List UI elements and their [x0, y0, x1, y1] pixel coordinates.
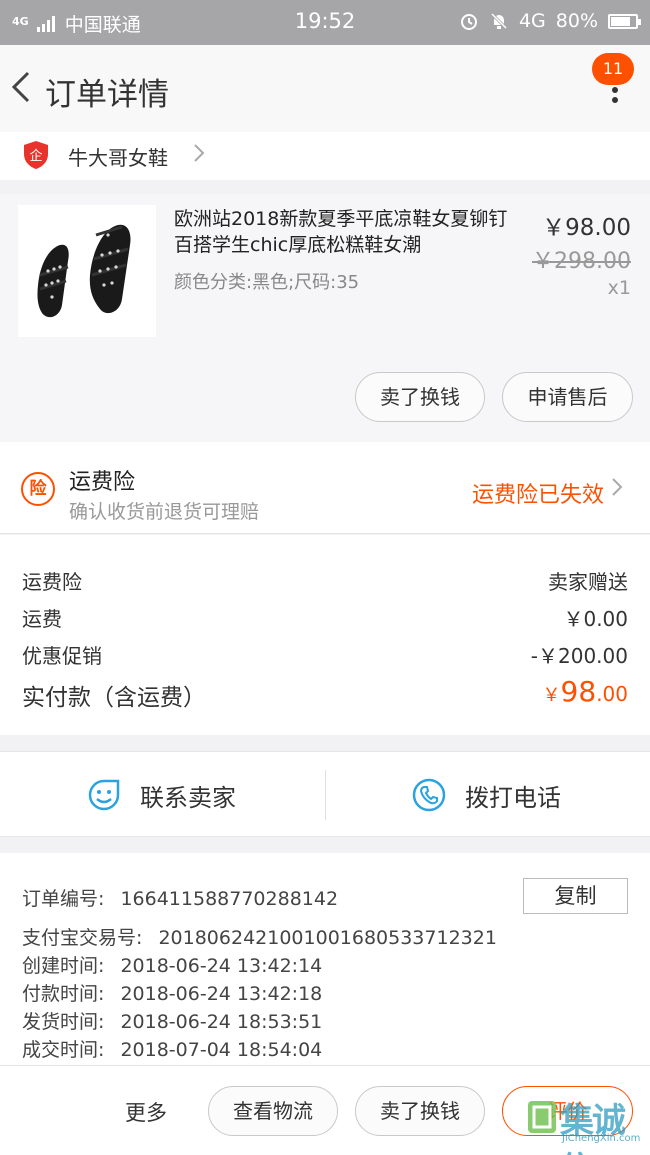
contact-bar: 联系卖家 拨打电话 [0, 751, 650, 837]
total-label: 实付款（含运费） [22, 685, 206, 711]
chevron-right-icon [194, 144, 205, 162]
product-name[interactable]: 欧洲站2018新款夏季平底凉鞋女夏铆钉百搭学生chic厚底松糕鞋女潮 [174, 206, 514, 258]
watermark-text: 集诚信 [560, 1101, 626, 1155]
chat-face-icon [88, 779, 120, 811]
fee-label: 优惠促销 [22, 644, 102, 668]
more-button[interactable]: 更多 [125, 1097, 167, 1127]
alipay-label: 支付宝交易号: [22, 927, 143, 949]
completed-time: 2018-07-04 18:54:04 [120, 1039, 323, 1061]
view-logistics-button[interactable]: 查看物流 [208, 1086, 338, 1136]
sell-for-cash-button[interactable]: 卖了换钱 [355, 1086, 485, 1136]
paid-time: 2018-06-24 13:42:18 [120, 983, 323, 1005]
order-number-label: 订单编号: [22, 888, 105, 910]
product-sku: 颜色分类:黑色;尺码:35 [174, 272, 360, 293]
completed-time-row: 成交时间: 2018-07-04 18:54:04 [22, 1035, 322, 1062]
insurance-icon: 险 [21, 472, 55, 506]
order-number: 166411588770288142 [120, 888, 339, 910]
fee-summary: 运费险 卖家赠送 运费 ￥0.00 优惠促销 -￥200.00 实付款（含运费）… [0, 535, 650, 735]
alipay-row: 支付宝交易号: 2018062421001001680533712321 [22, 923, 497, 950]
fee-row: 运费险 卖家赠送 [22, 566, 628, 596]
fee-label: 运费 [22, 607, 62, 631]
alarm-icon [460, 14, 477, 30]
completed-time-label: 成交时间: [22, 1039, 105, 1061]
back-icon[interactable] [8, 67, 38, 107]
fee-row: 运费 ￥0.00 [22, 603, 628, 633]
fee-value: -￥200.00 [530, 644, 628, 668]
enterprise-shop-icon: 企 [24, 141, 48, 169]
shipped-time: 2018-06-24 18:53:51 [120, 1011, 323, 1033]
created-time-row: 创建时间: 2018-06-24 13:42:14 [22, 951, 322, 978]
fee-value: 卖家赠送 [548, 570, 628, 594]
insurance-subtitle: 确认收货前退货可理赔 [69, 501, 260, 523]
paid-time-label: 付款时间: [22, 983, 105, 1005]
shop-name: 牛大哥女鞋 [68, 146, 168, 170]
product-price: ￥98.00 [542, 215, 631, 241]
mute-bell-icon [490, 12, 508, 30]
call-phone-button[interactable]: 拨打电话 [411, 752, 561, 838]
order-number-row: 订单编号: 166411588770288142 [22, 884, 338, 911]
watermark-logo-icon [528, 1101, 556, 1133]
divider [325, 770, 326, 820]
nav-bar: 订单详情 11 [0, 45, 650, 132]
status-bar: 4G 中国联通 19:52 4G 80% [0, 0, 650, 45]
shipped-time-row: 发货时间: 2018-06-24 18:53:51 [22, 1007, 322, 1034]
message-badge: 11 [592, 53, 634, 85]
paid-time-row: 付款时间: 2018-06-24 13:42:18 [22, 979, 322, 1006]
shipping-insurance-row[interactable]: 险 运费险 确认收货前退货可理赔 运费险已失效 [0, 442, 650, 534]
copy-button[interactable]: 复制 [523, 878, 628, 914]
phone-icon [412, 778, 446, 812]
page-title: 订单详情 [45, 77, 169, 113]
fee-row: 优惠促销 -￥200.00 [22, 640, 628, 670]
created-time: 2018-06-24 13:42:14 [120, 955, 323, 977]
total-paid-row: 实付款（含运费） ￥98.00 [22, 675, 628, 712]
fee-value: ￥0.00 [563, 607, 628, 631]
insurance-status: 运费险已失效 [471, 483, 604, 508]
shop-row[interactable]: 企 牛大哥女鞋 [0, 132, 650, 180]
chevron-right-icon [612, 478, 623, 496]
site-watermark: 集诚信 JiChengXin.com [526, 1093, 644, 1155]
shipped-time-label: 发货时间: [22, 1011, 105, 1033]
svg-text:企: 企 [29, 148, 42, 164]
watermark-url: JiChengXin.com [562, 1133, 641, 1144]
order-info: 订单编号: 166411588770288142 复制 支付宝交易号: 2018… [0, 853, 650, 1065]
order-item[interactable]: 欧洲站2018新款夏季平底凉鞋女夏铆钉百搭学生chic厚底松糕鞋女潮 颜色分类:… [0, 194, 650, 442]
created-time-label: 创建时间: [22, 955, 105, 977]
contact-seller-button[interactable]: 联系卖家 [86, 752, 236, 838]
battery-icon [608, 13, 641, 29]
product-quantity: x1 [607, 277, 631, 299]
product-thumbnail[interactable] [18, 205, 156, 337]
original-price: ￥298.00 [532, 249, 631, 274]
call-phone-label: 拨打电话 [465, 783, 561, 812]
after-sales-button[interactable]: 申请售后 [502, 372, 633, 422]
contact-seller-label: 联系卖家 [140, 783, 236, 812]
alipay-number: 2018062421001001680533712321 [158, 927, 497, 949]
battery-percent: 80% [555, 10, 598, 32]
fee-label: 运费险 [22, 570, 82, 594]
network-type: 4G [518, 10, 546, 32]
sell-for-cash-button[interactable]: 卖了换钱 [355, 372, 485, 422]
insurance-title: 运费险 [69, 470, 136, 495]
total-amount: ￥98.00 [542, 675, 628, 708]
